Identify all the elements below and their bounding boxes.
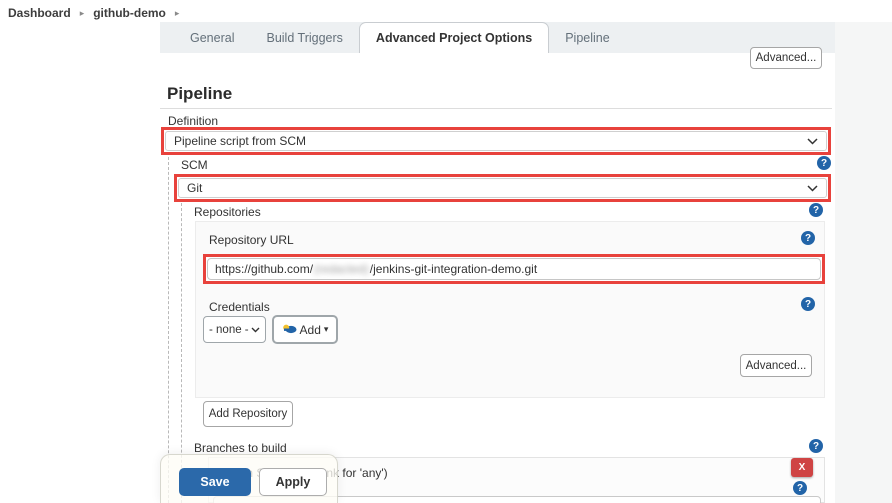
- credentials-select[interactable]: - none -: [203, 316, 266, 343]
- repository-url-redacted: (redacted): [314, 262, 369, 276]
- jenkins-configure-page: Dashboard ▸ github-demo ▸ General Build …: [0, 0, 892, 503]
- help-icon[interactable]: ?: [817, 156, 831, 170]
- repository-url-field-highlight: https://github.com/(redacted)/jenkins-gi…: [203, 254, 825, 284]
- repository-url-suffix: /jenkins-git-integration-demo.git: [369, 262, 538, 276]
- page-background-strip: [835, 22, 892, 503]
- config-tab-bar: General Build Triggers Advanced Project …: [160, 22, 835, 53]
- help-icon[interactable]: ?: [793, 481, 807, 495]
- repository-panel: [195, 221, 825, 398]
- credentials-label: Credentials: [209, 300, 270, 314]
- scm-label: SCM: [181, 158, 208, 172]
- chevron-down-icon: [807, 137, 818, 145]
- repositories-label: Repositories: [194, 205, 261, 219]
- delete-branch-button[interactable]: X: [791, 458, 813, 477]
- save-bar: Save Apply: [160, 454, 338, 503]
- credentials-selected-value: - none -: [209, 323, 249, 336]
- section-divider: [160, 108, 832, 109]
- add-repository-button[interactable]: Add Repository: [203, 401, 293, 427]
- breadcrumb-job[interactable]: github-demo: [93, 6, 166, 20]
- breadcrumb-separator-icon[interactable]: ▸: [80, 8, 85, 19]
- help-icon[interactable]: ?: [801, 297, 815, 311]
- tab-advanced-project-options[interactable]: Advanced Project Options: [358, 22, 550, 53]
- breadcrumb: Dashboard ▸ github-demo ▸: [8, 4, 179, 22]
- advanced-button-repository[interactable]: Advanced...: [740, 354, 812, 377]
- repository-url-input[interactable]: https://github.com/(redacted)/jenkins-gi…: [207, 258, 821, 280]
- indent-guide: [168, 157, 169, 503]
- breadcrumb-dashboard[interactable]: Dashboard: [8, 6, 71, 20]
- tab-pipeline[interactable]: Pipeline: [549, 24, 625, 53]
- caret-down-icon: ▾: [323, 324, 329, 334]
- repository-url-label: Repository URL: [209, 233, 294, 247]
- save-button[interactable]: Save: [179, 468, 251, 496]
- tab-build-triggers[interactable]: Build Triggers: [250, 24, 358, 53]
- scm-selected-value: Git: [187, 181, 203, 195]
- tab-general[interactable]: General: [174, 24, 250, 53]
- apply-button[interactable]: Apply: [259, 468, 327, 496]
- breadcrumb-separator-icon[interactable]: ▸: [175, 8, 180, 19]
- chevron-down-icon: [251, 327, 260, 333]
- help-icon[interactable]: ?: [809, 203, 823, 217]
- scm-select[interactable]: Git: [174, 174, 831, 202]
- definition-selected-value: Pipeline script from SCM: [174, 134, 307, 148]
- chevron-down-icon: [807, 184, 818, 192]
- definition-label: Definition: [168, 114, 219, 128]
- advanced-button-top[interactable]: Advanced...: [750, 47, 822, 69]
- key-icon: [282, 323, 297, 337]
- branches-to-build-label: Branches to build: [194, 441, 287, 455]
- help-icon[interactable]: ?: [801, 231, 815, 245]
- add-credentials-button[interactable]: Add ▾: [272, 315, 338, 344]
- pipeline-section-heading: Pipeline: [167, 84, 233, 103]
- help-icon[interactable]: ?: [809, 439, 823, 453]
- definition-select[interactable]: Pipeline script from SCM: [161, 127, 831, 155]
- repository-url-prefix: https://github.com/: [215, 262, 314, 276]
- add-credentials-label: Add: [299, 322, 321, 337]
